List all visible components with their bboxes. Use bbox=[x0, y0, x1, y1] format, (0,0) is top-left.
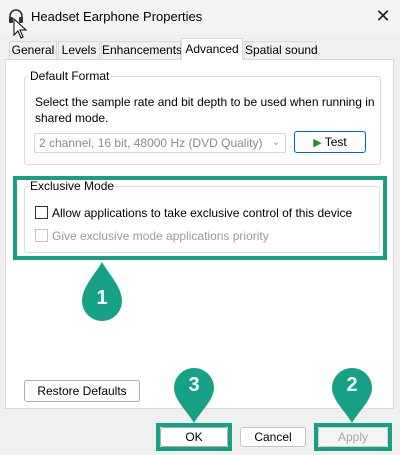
tab-levels[interactable]: Levels bbox=[58, 41, 100, 59]
annotation-number-2: 2 bbox=[346, 374, 358, 396]
cancel-button[interactable]: Cancel bbox=[240, 427, 306, 447]
format-select[interactable]: 2 channel, 16 bit, 48000 Hz (DVD Quality… bbox=[34, 133, 286, 153]
annotation-number-1: 1 bbox=[96, 287, 108, 309]
play-icon: ▶ bbox=[313, 137, 322, 149]
default-format-description: Select the sample rate and bit depth to … bbox=[35, 95, 375, 125]
tab-advanced[interactable]: Advanced bbox=[181, 38, 243, 60]
annotation-marker-3: 3 bbox=[172, 366, 216, 423]
close-icon: ✕ bbox=[375, 5, 391, 26]
default-format-legend: Default Format bbox=[28, 69, 112, 83]
annotation-marker-2: 2 bbox=[330, 366, 374, 423]
annotation-number-3: 3 bbox=[188, 374, 200, 396]
tab-spatial-sound[interactable]: Spatial sound bbox=[244, 41, 318, 59]
tab-enhancements[interactable]: Enhancements bbox=[101, 41, 182, 59]
tab-general[interactable]: General bbox=[9, 41, 57, 59]
chevron-down-icon: ⌄ bbox=[271, 137, 281, 148]
apply-button-highlight bbox=[314, 423, 392, 451]
exclusive-mode-highlight bbox=[13, 176, 387, 260]
restore-defaults-button[interactable]: Restore Defaults bbox=[24, 380, 140, 402]
close-button[interactable]: ✕ bbox=[370, 4, 396, 28]
annotation-marker-1: 1 bbox=[80, 261, 124, 321]
mouse-cursor-icon bbox=[13, 17, 29, 40]
test-button-label: Test bbox=[324, 135, 347, 149]
window-title: Headset Earphone Properties bbox=[31, 9, 203, 24]
ok-button-highlight bbox=[156, 423, 232, 451]
test-button[interactable]: ▶ Test bbox=[294, 131, 366, 153]
